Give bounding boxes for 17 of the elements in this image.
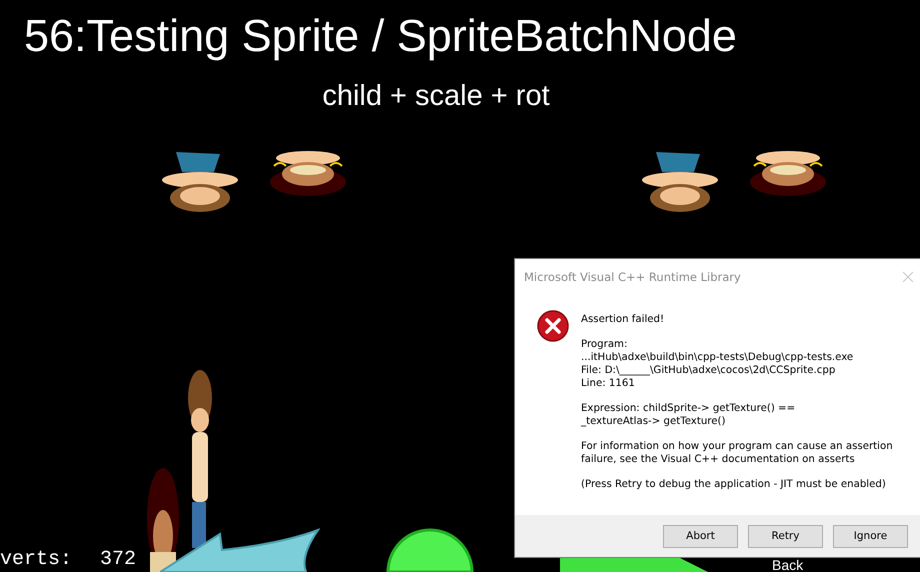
stats-label: verts: [0,548,72,571]
dialog-message: (Press Retry to debug the application - JIT must be enabled) [581,478,887,491]
scene-title: 56:Testing Sprite / SpriteBatchNode [24,9,737,63]
dialog-message: Assertion failed! [581,313,666,326]
dialog-title: Microsoft Visual C++ Runtime Library [524,270,741,284]
forward-arrow-icon[interactable] [560,556,710,572]
dialog-button[interactable]: Ignore [833,524,908,548]
error-icon [537,310,569,342]
dialog-button[interactable]: Abort [663,524,738,548]
dialog-message: Program: ...itHub\adxe\build\bin\cpp-tests\Debug\cpp-tests.exe File: D:\______\GitHub\adxe\cocos\2d\CCSprite.cpp Line: 1161 [581,338,854,390]
scene-subtitle: child + scale + rot [321,79,551,114]
dialog-message: For information on how your program can cause an assertion failure, see the Visual C++ documentation on asserts [581,440,893,466]
dialog-button[interactable]: Retry [748,524,823,548]
back-label[interactable]: Back [772,558,804,572]
dialog-message: Expression: childSprite-> getTexture() == _textureAtlas-> getTexture() [581,402,796,428]
back-arrow-icon[interactable] [160,526,320,572]
stats-value: 372 [100,548,136,571]
